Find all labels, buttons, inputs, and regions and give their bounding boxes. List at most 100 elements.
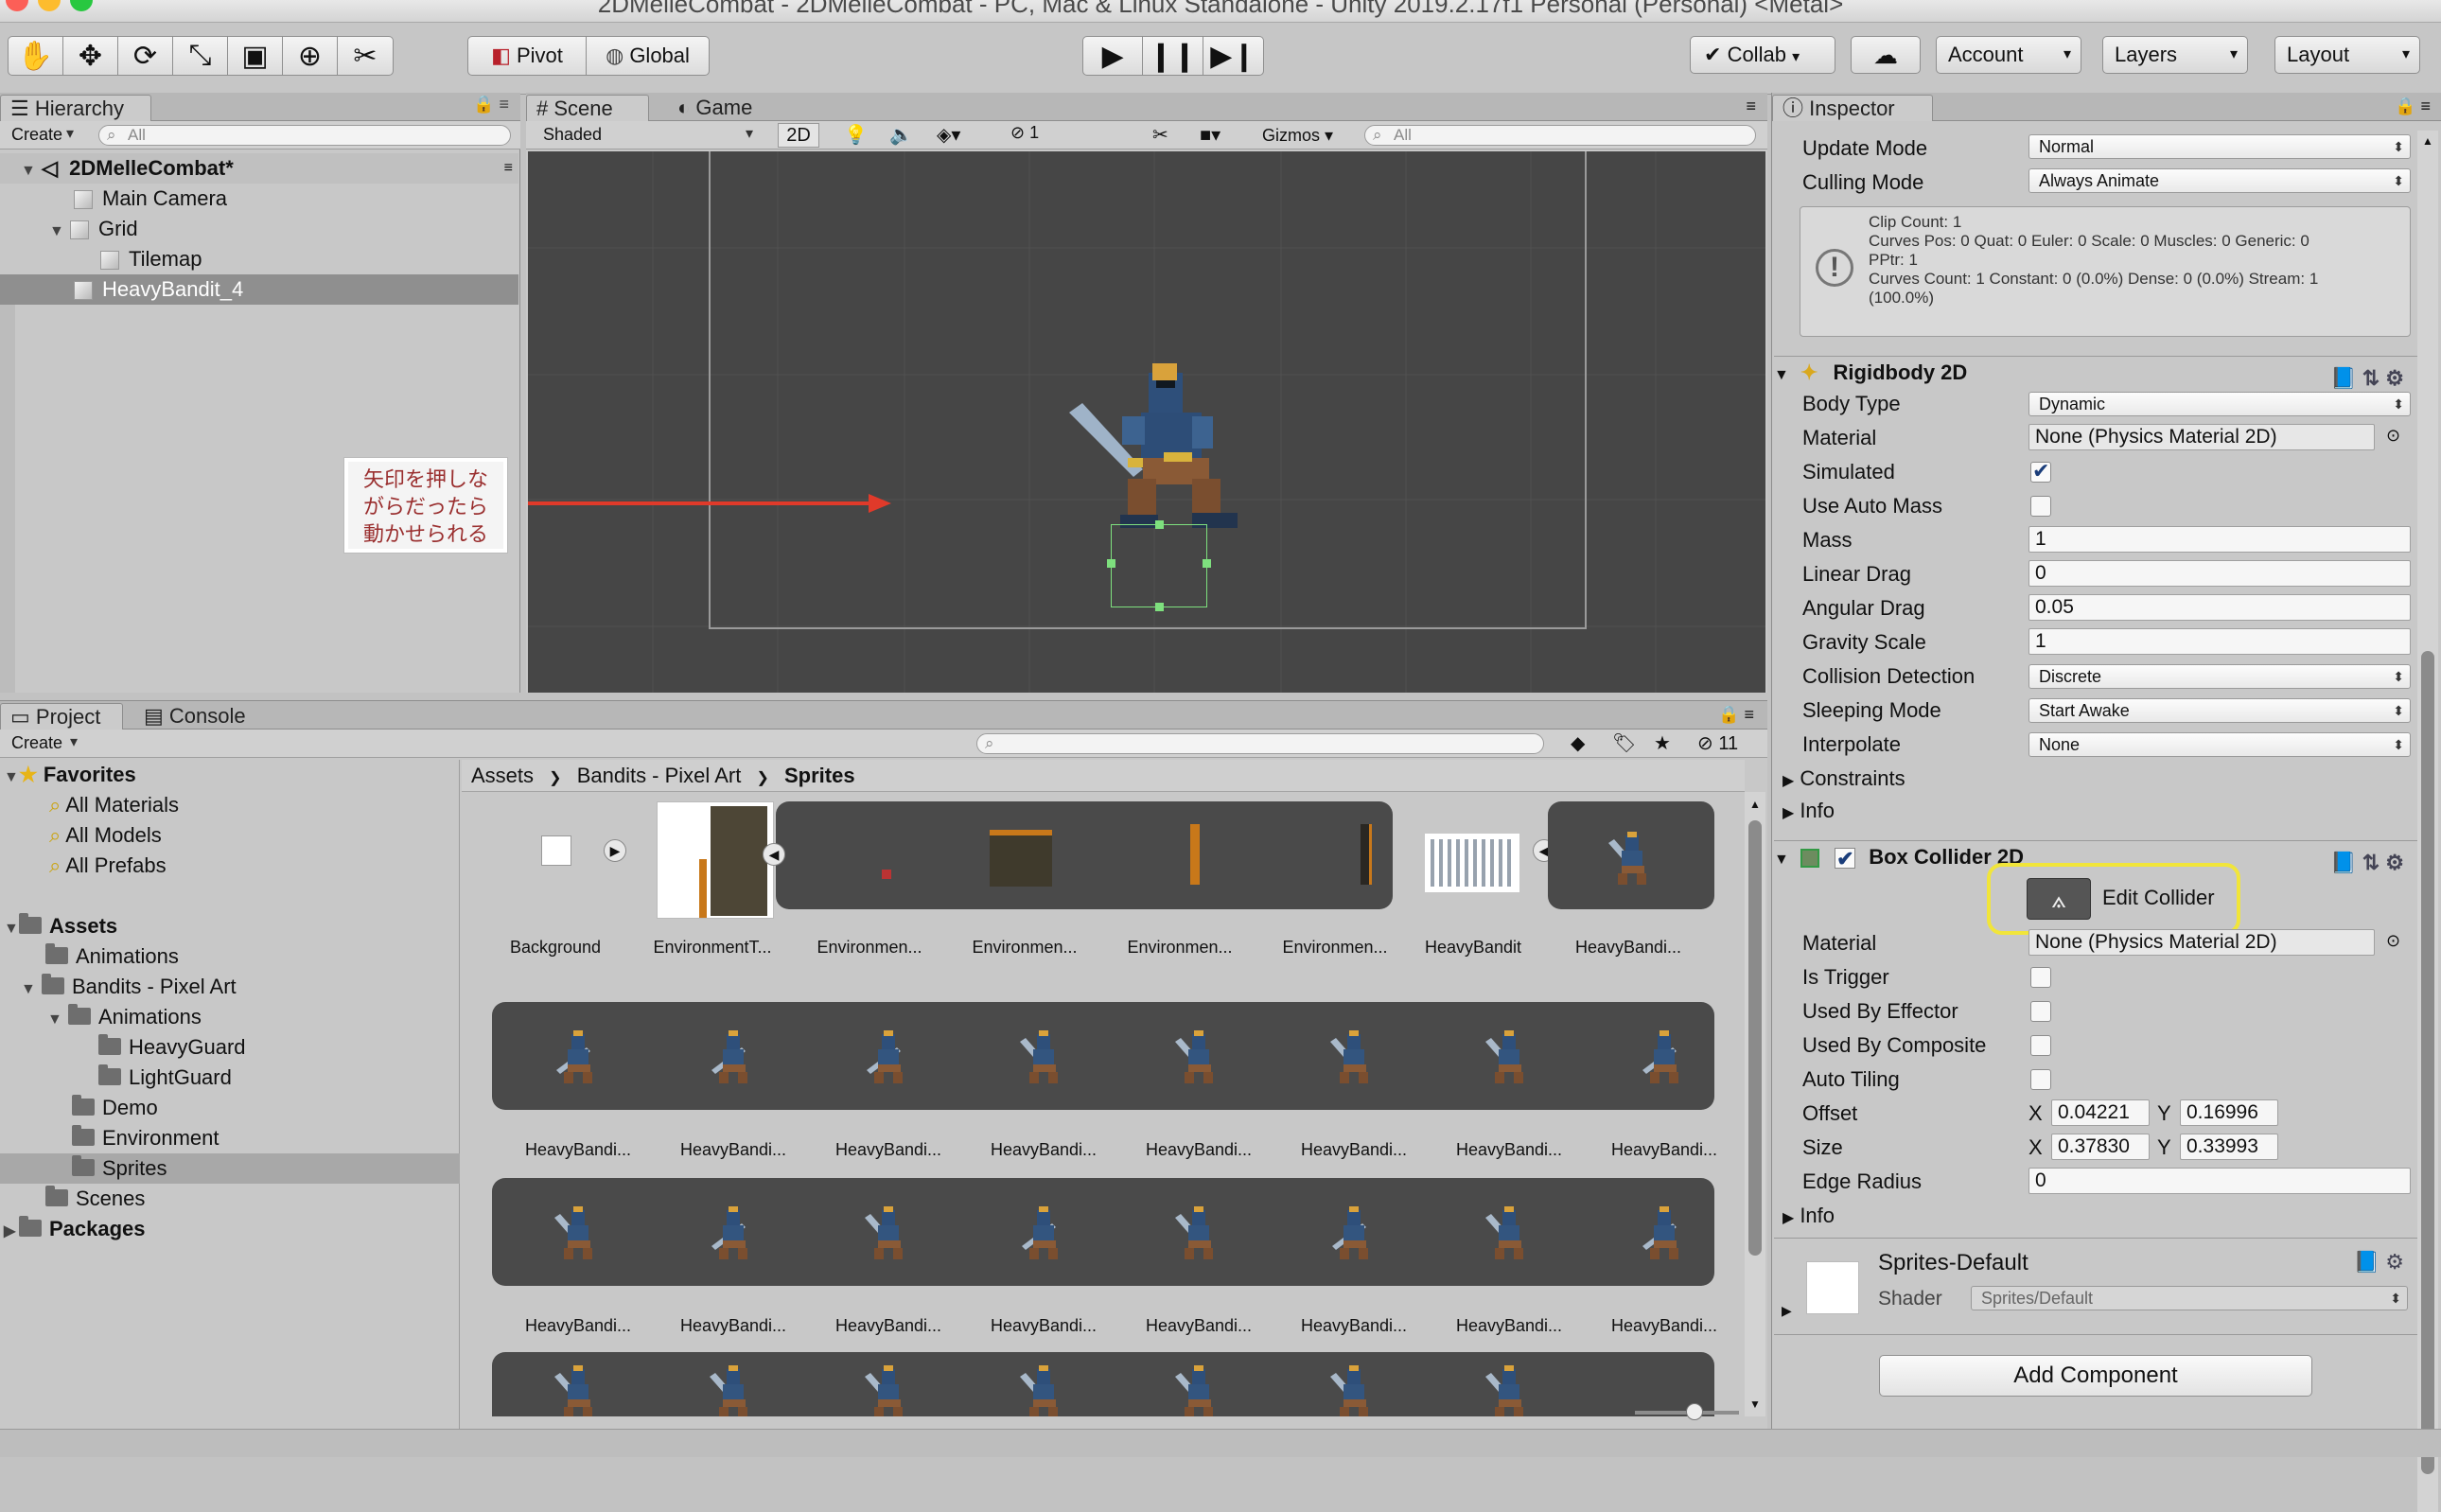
scrollbar-thumb[interactable]: [2421, 651, 2434, 1474]
heavybandit-frame-thumb[interactable]: [859, 1358, 916, 1416]
transform-tool-icon[interactable]: ⊕: [283, 37, 338, 75]
panel-menu-icon[interactable]: 🔒 ≡: [1718, 705, 1754, 725]
environment-sprite-thumb[interactable]: [990, 830, 1052, 887]
scene-root-row[interactable]: ▼ ◁ 2DMelleCombat* ≡: [0, 153, 518, 184]
assets-folder[interactable]: ▼ Assets: [0, 911, 518, 941]
tab-project[interactable]: ▭ Project: [0, 703, 123, 730]
rb-material-field[interactable]: None (Physics Material 2D): [2028, 424, 2375, 450]
project-create-dropdown[interactable]: Create: [4, 732, 83, 755]
rotate-tool-icon[interactable]: ⟳: [118, 37, 173, 75]
cloud-button[interactable]: ☁: [1851, 36, 1921, 74]
tools-icon[interactable]: ✂: [1152, 123, 1168, 147]
heavybandit-frame-thumb[interactable]: [1014, 1023, 1071, 1089]
heavybandit-frame-thumb[interactable]: [1169, 1023, 1226, 1089]
offset-x-field[interactable]: 0.04221: [2051, 1099, 2150, 1126]
asset-label[interactable]: HeavyBandi...: [1593, 1316, 1735, 1336]
filter-type-icon[interactable]: ◆: [1571, 731, 1585, 755]
heavybandit-frame-thumb[interactable]: [1480, 1023, 1537, 1089]
offset-y-field[interactable]: 0.16996: [2180, 1099, 2278, 1126]
expand-arrow-icon[interactable]: ▶: [4, 1217, 19, 1247]
asset-label[interactable]: HeavyBandi...: [1283, 1316, 1425, 1336]
favorite-star-icon[interactable]: ★: [1654, 731, 1671, 755]
asset-label[interactable]: HeavyBandi...: [1557, 938, 1699, 958]
hierarchy-search-input[interactable]: ⌕ All: [98, 125, 511, 146]
expand-arrow-icon[interactable]: ▼: [1774, 852, 1789, 868]
tab-game[interactable]: ◐ Game: [668, 95, 781, 121]
box-collider-gizmo[interactable]: [1107, 520, 1211, 611]
2d-mode-toggle[interactable]: 2D: [778, 123, 819, 148]
breadcrumb-item[interactable]: Bandits - Pixel Art: [577, 764, 742, 787]
hand-tool-icon[interactable]: ✋: [9, 37, 63, 75]
bc-info-foldout[interactable]: ▶ Info: [1782, 1202, 1835, 1230]
edge-radius-field[interactable]: 0: [2028, 1168, 2411, 1194]
asset-label[interactable]: HeavyBandi...: [662, 1316, 804, 1336]
asset-label[interactable]: HeavyBandi...: [973, 1316, 1115, 1336]
close-window-button[interactable]: [6, 0, 28, 11]
expand-arrow-icon[interactable]: ▼: [47, 1005, 62, 1035]
used-by-effector-checkbox[interactable]: [2030, 1001, 2051, 1022]
add-component-button[interactable]: Add Component: [1879, 1355, 2312, 1397]
collision-detection-dropdown[interactable]: Discrete: [2028, 664, 2411, 689]
asset-label[interactable]: HeavyBandi...: [1128, 1316, 1270, 1336]
asset-label[interactable]: HeavyBandi...: [1593, 1140, 1735, 1160]
favorites-header[interactable]: ▼★ Favorites: [0, 760, 518, 790]
hierarchy-create-dropdown[interactable]: Create: [4, 124, 79, 147]
rect-tool-icon[interactable]: ▣: [228, 37, 283, 75]
asset-label[interactable]: Environmen...: [1109, 938, 1251, 958]
edit-collider-button[interactable]: ⟑: [2027, 878, 2091, 920]
update-mode-dropdown[interactable]: Normal: [2028, 134, 2411, 159]
asset-label[interactable]: HeavyBandi...: [817, 1140, 959, 1160]
collab-dropdown[interactable]: ✔ Collab ▾: [1690, 36, 1835, 74]
use-auto-mass-checkbox[interactable]: [2030, 496, 2051, 517]
collider-handle-right[interactable]: [1203, 559, 1211, 568]
hierarchy-item-main-camera[interactable]: Main Camera: [0, 184, 518, 214]
layout-dropdown[interactable]: Layout ▾: [2274, 36, 2420, 74]
panel-menu-icon[interactable]: ≡: [1746, 97, 1756, 116]
heavybandit-frame-thumb[interactable]: [859, 1023, 916, 1089]
favorite-all-models[interactable]: ⌕ All Models: [0, 820, 518, 851]
asset-label[interactable]: HeavyBandi...: [973, 1140, 1115, 1160]
asset-label[interactable]: HeavyBandit: [1402, 938, 1544, 958]
expand-arrow-icon[interactable]: ▼: [4, 763, 19, 793]
lighting-toggle-icon[interactable]: 💡: [844, 123, 868, 147]
panel-menu-icon[interactable]: 🔒 ≡: [2395, 97, 2431, 116]
inspector-scrollbar[interactable]: ▲: [2417, 131, 2438, 1512]
play-button[interactable]: ▶: [1083, 37, 1144, 75]
favorite-all-materials[interactable]: ⌕ All Materials: [0, 790, 518, 820]
rb-info-foldout[interactable]: ▶ Info: [1782, 797, 1835, 825]
asset-label[interactable]: Environmen...: [1264, 938, 1406, 958]
move-tool-icon[interactable]: ✥: [63, 37, 118, 75]
object-picker-icon[interactable]: ⊙: [2386, 426, 2400, 446]
asset-label[interactable]: Environmen...: [954, 938, 1096, 958]
angular-drag-field[interactable]: 0.05: [2028, 594, 2411, 621]
heavybandit-frame-thumb[interactable]: [704, 1199, 761, 1265]
folder-scenes[interactable]: Scenes: [0, 1184, 518, 1214]
collider-handle-bottom[interactable]: [1155, 603, 1164, 611]
pivot-toggle[interactable]: ◧ Pivot: [468, 37, 588, 75]
size-x-field[interactable]: 0.37830: [2051, 1134, 2150, 1160]
environment-tileset-thumb[interactable]: [657, 801, 774, 919]
heavybandit-frame-thumb[interactable]: [549, 1023, 606, 1089]
global-toggle[interactable]: ◍ Global: [587, 37, 709, 75]
heavybandit-frame-thumb[interactable]: [704, 1358, 761, 1416]
size-y-field[interactable]: 0.33993: [2180, 1134, 2278, 1160]
hierarchy-item-grid[interactable]: ▼ Grid: [0, 214, 518, 244]
hidden-packages-icon[interactable]: ⊘ 11: [1697, 731, 1738, 755]
asset-label[interactable]: HeavyBandi...: [1438, 1316, 1580, 1336]
asset-label[interactable]: HeavyBandi...: [1438, 1140, 1580, 1160]
expand-asset-icon[interactable]: ▶: [604, 839, 626, 862]
heavybandit-frame-thumb[interactable]: [549, 1358, 606, 1416]
simulated-checkbox[interactable]: [2030, 459, 2051, 483]
heavybandit-frame-thumb[interactable]: [1014, 1199, 1071, 1265]
gravity-scale-field[interactable]: 1: [2028, 628, 2411, 655]
asset-label[interactable]: HeavyBandi...: [507, 1316, 649, 1336]
asset-label[interactable]: Background: [484, 938, 626, 958]
environment-sprite-thumb[interactable]: [1190, 824, 1200, 885]
filter-label-icon[interactable]: 🏷: [1612, 731, 1636, 755]
culling-mode-dropdown[interactable]: Always Animate: [2028, 168, 2411, 193]
linear-drag-field[interactable]: 0: [2028, 560, 2411, 587]
asset-label[interactable]: HeavyBandi...: [817, 1316, 959, 1336]
heavybandit-frame-thumb[interactable]: [1635, 1023, 1692, 1089]
asset-label[interactable]: HeavyBandi...: [1283, 1140, 1425, 1160]
auto-tiling-checkbox[interactable]: [2030, 1069, 2051, 1090]
